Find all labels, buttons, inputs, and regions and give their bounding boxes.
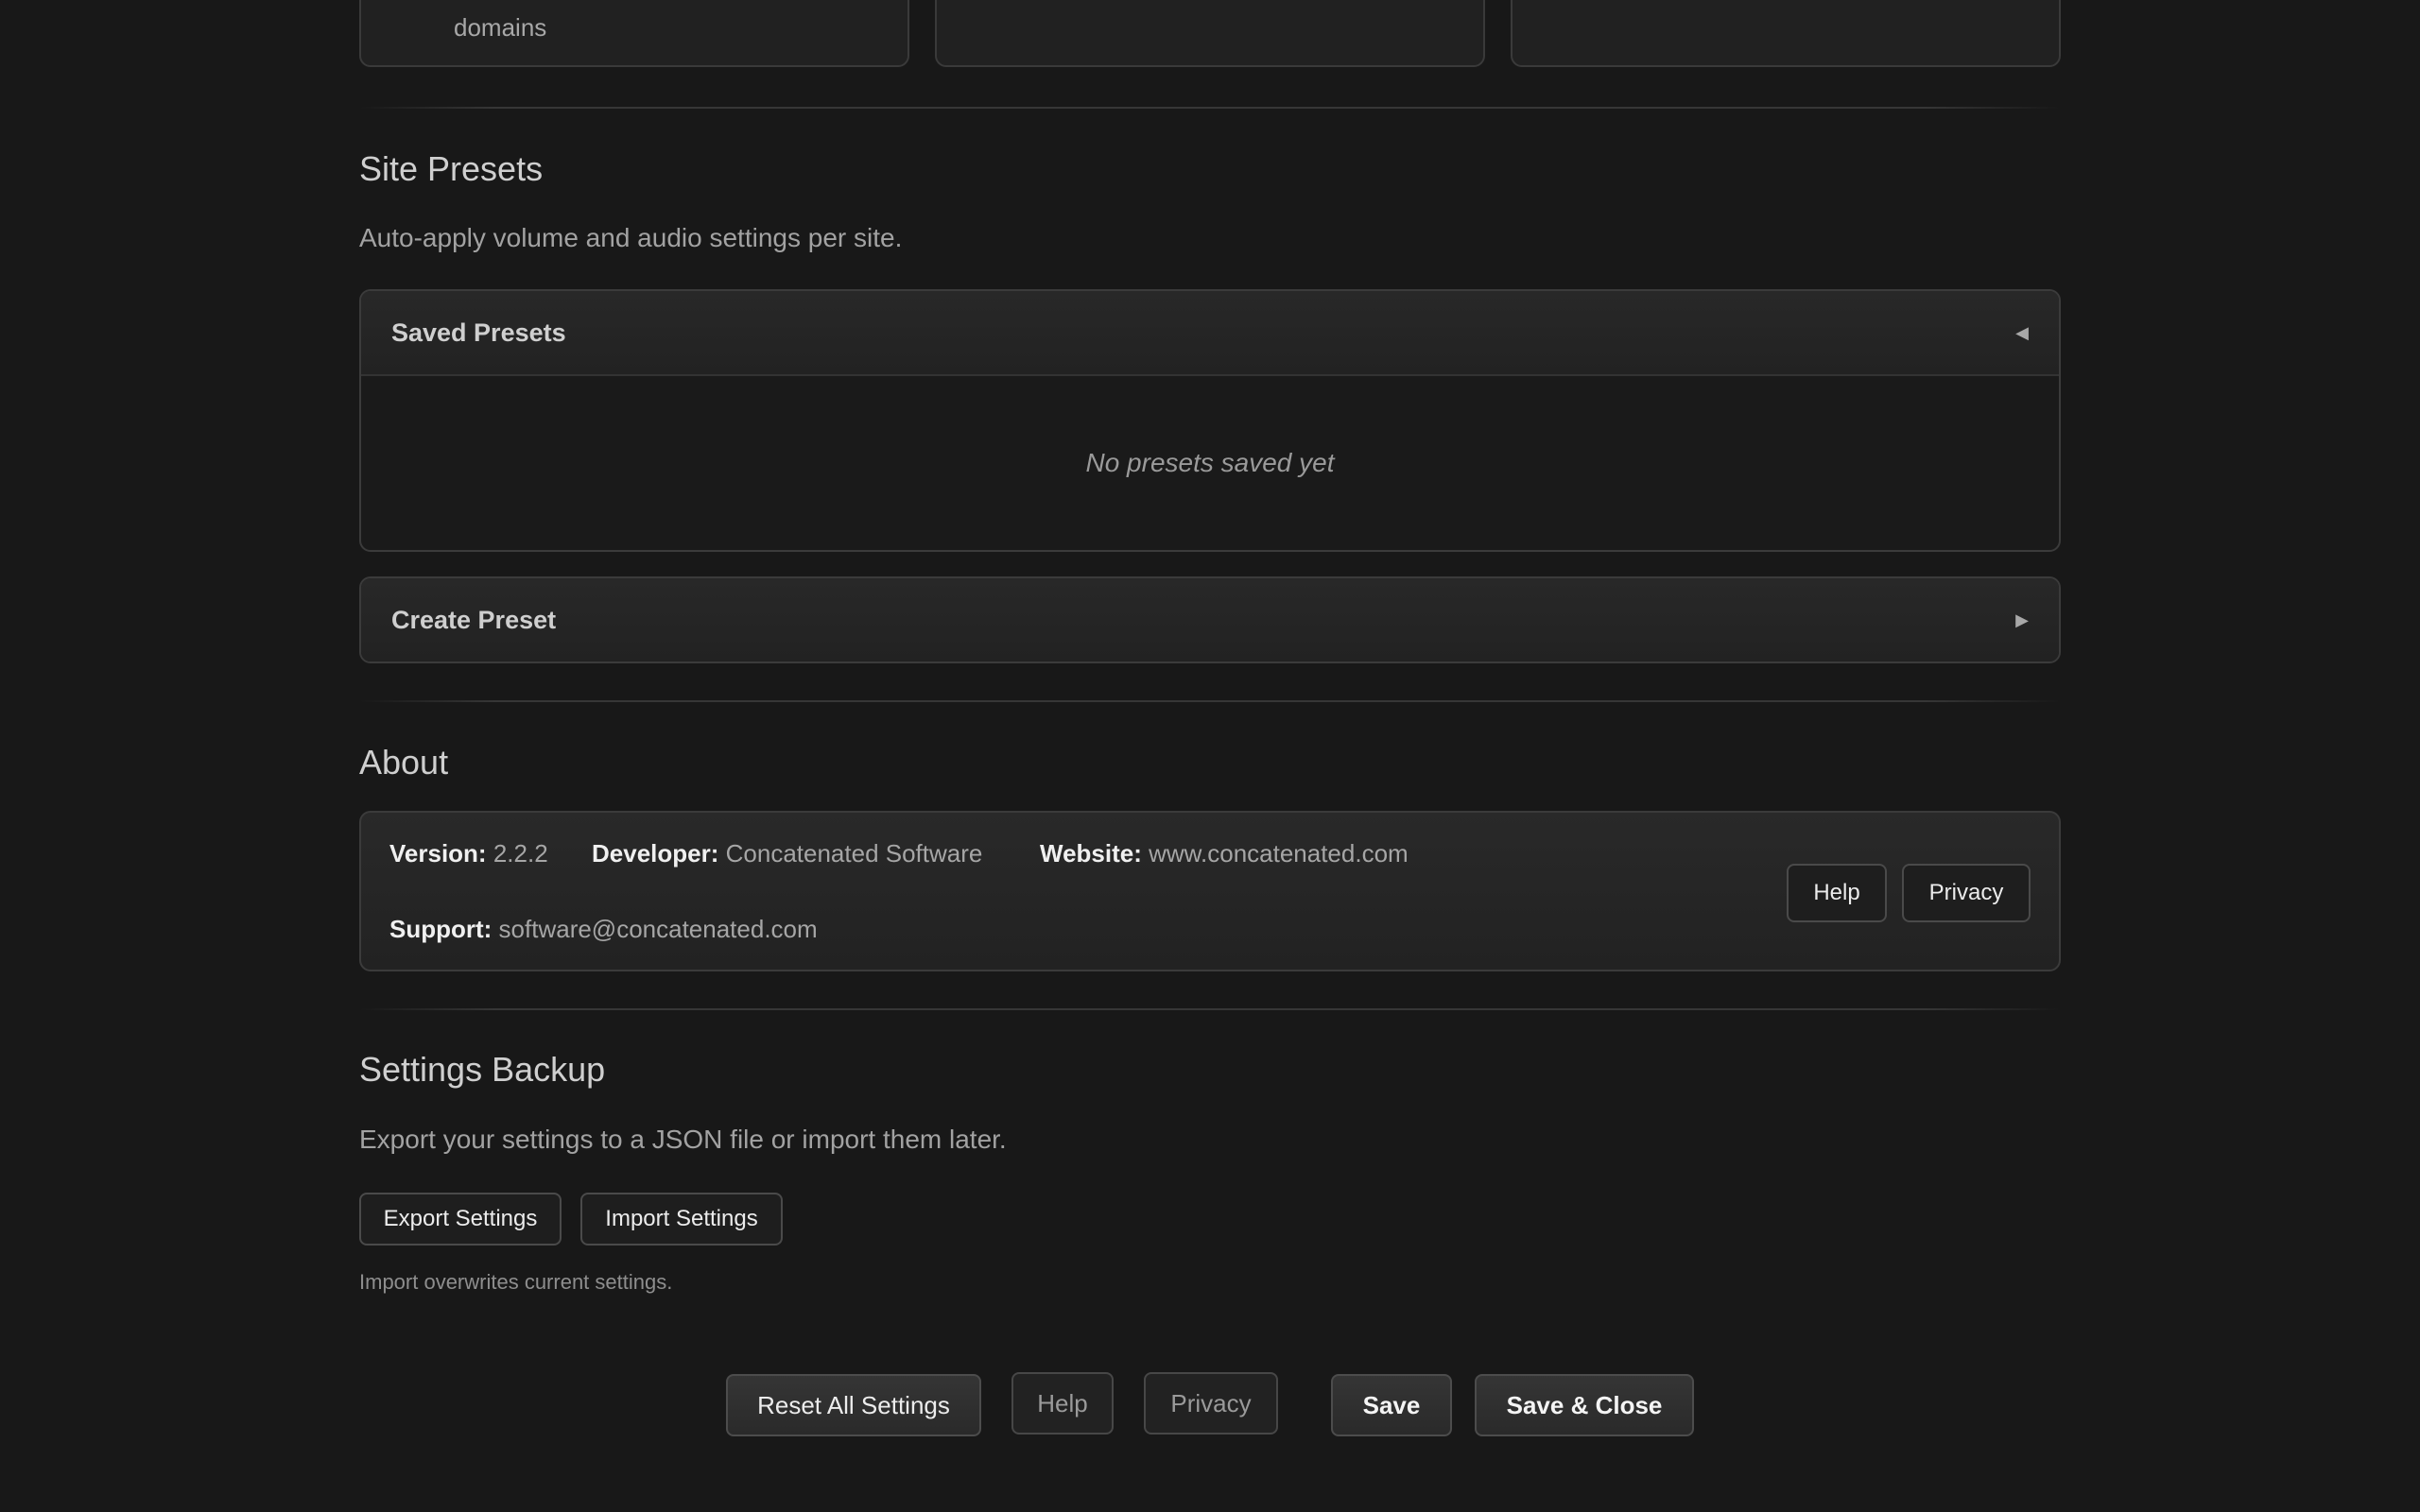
create-preset-title: Create Preset bbox=[391, 605, 557, 634]
saved-presets-panel: Saved Presets ◀ No presets saved yet bbox=[359, 289, 2061, 552]
saved-presets-title: Saved Presets bbox=[391, 318, 566, 347]
feature-card bbox=[935, 0, 1485, 67]
collapse-arrow-icon[interactable]: ◀ bbox=[2015, 323, 2029, 343]
save-button[interactable]: Save bbox=[1331, 1374, 1452, 1436]
save-and-close-button[interactable]: Save & Close bbox=[1475, 1374, 1694, 1436]
create-preset-header[interactable]: Create Preset ▶ bbox=[361, 578, 2059, 662]
import-settings-button[interactable]: Import Settings bbox=[580, 1193, 783, 1246]
export-settings-button[interactable]: Export Settings bbox=[359, 1193, 562, 1246]
site-presets-heading: Site Presets bbox=[359, 149, 544, 188]
website-value: www.concatenated.com bbox=[1149, 839, 1409, 868]
developer-value: Concatenated Software bbox=[725, 839, 983, 868]
feature-card: domains bbox=[359, 0, 909, 67]
about-privacy-button[interactable]: Privacy bbox=[1902, 864, 2031, 922]
support-value: software@concatenated.com bbox=[498, 915, 818, 943]
footer-privacy-button[interactable]: Privacy bbox=[1144, 1372, 1278, 1435]
settings-backup-heading: Settings Backup bbox=[359, 1050, 606, 1089]
about-heading: About bbox=[359, 743, 449, 782]
support-label: Support: bbox=[389, 915, 493, 943]
feature-card-text: domains bbox=[454, 13, 547, 42]
version-info: Version: 2.2.2 bbox=[389, 839, 548, 868]
developer-label: Developer: bbox=[592, 839, 719, 868]
import-warning-note: Import overwrites current settings. bbox=[359, 1270, 673, 1294]
site-presets-description: Auto-apply volume and audio settings per… bbox=[359, 223, 903, 252]
developer-info: Developer: Concatenated Software bbox=[592, 839, 982, 868]
expand-arrow-icon[interactable]: ▶ bbox=[2015, 610, 2029, 630]
settings-backup-description: Export your settings to a JSON file or i… bbox=[359, 1125, 1007, 1154]
version-label: Version: bbox=[389, 839, 487, 868]
saved-presets-header[interactable]: Saved Presets ◀ bbox=[361, 291, 2059, 376]
about-help-button[interactable]: Help bbox=[1787, 864, 1887, 922]
section-divider bbox=[359, 700, 2061, 702]
feature-cards: domains bbox=[359, 0, 2061, 69]
section-divider bbox=[359, 107, 2061, 109]
website-info: Website: www.concatenated.com bbox=[1040, 839, 1409, 868]
about-panel: Version: 2.2.2 Developer: Concatenated S… bbox=[359, 811, 2061, 971]
section-divider bbox=[359, 1008, 2061, 1010]
support-info: Support: software@concatenated.com bbox=[389, 915, 818, 944]
reset-all-settings-button[interactable]: Reset All Settings bbox=[726, 1374, 981, 1436]
website-label: Website: bbox=[1040, 839, 1142, 868]
settings-page: domains Site Presets Auto-apply volume a… bbox=[359, 0, 2061, 1512]
version-value: 2.2.2 bbox=[493, 839, 548, 868]
create-preset-panel: Create Preset ▶ bbox=[359, 576, 2061, 663]
empty-presets-message: No presets saved yet bbox=[1085, 448, 1335, 477]
footer-help-button[interactable]: Help bbox=[1011, 1372, 1114, 1435]
feature-card bbox=[1511, 0, 2061, 67]
